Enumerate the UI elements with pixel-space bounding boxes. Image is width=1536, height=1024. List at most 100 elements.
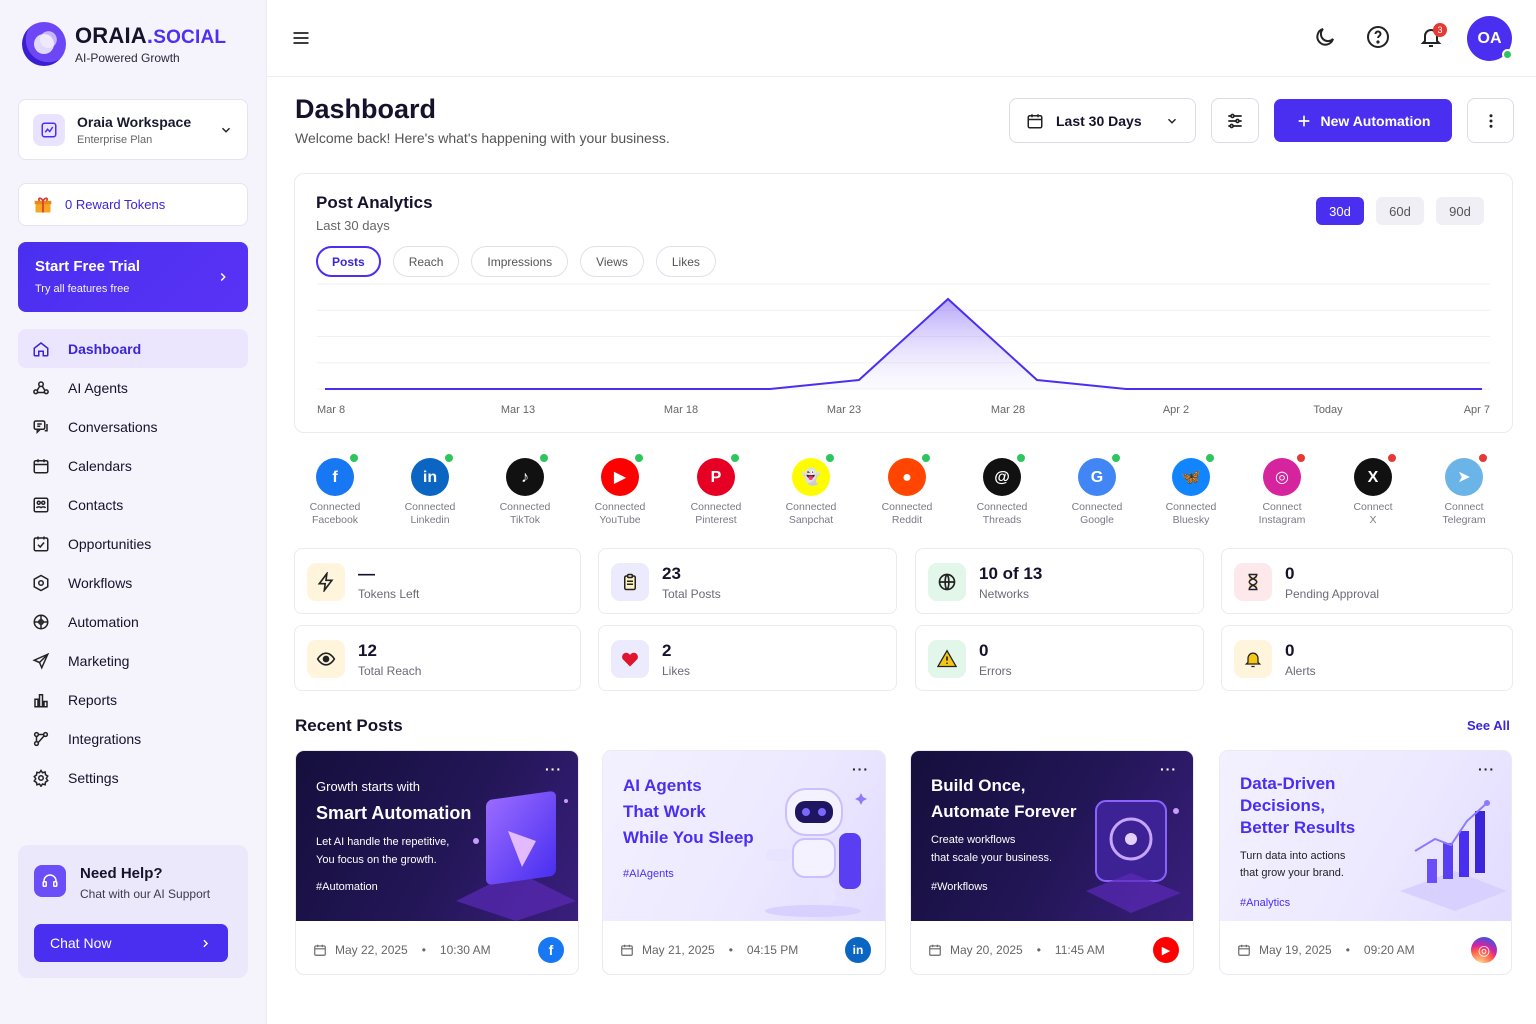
- post-headline-line: That Work: [623, 802, 706, 821]
- stat-card-tokens-left[interactable]: — Tokens Left: [294, 548, 581, 614]
- recent-posts-title: Recent Posts: [295, 716, 403, 735]
- network-threads[interactable]: @ Connected Threads: [957, 452, 1047, 527]
- brand-logo[interactable]: ORAIA.SOCIAL AI-Powered Growth: [22, 22, 226, 66]
- network-telegram[interactable]: ➤ Connect Telegram: [1419, 452, 1509, 527]
- workspace-switcher[interactable]: Oraia Workspace Enterprise Plan: [18, 99, 248, 160]
- connected-check-icon: [1204, 452, 1216, 464]
- network-bluesky[interactable]: 🦋 Connected Bluesky: [1146, 452, 1236, 527]
- sidebar-item-ai-agents[interactable]: AI Agents: [18, 368, 248, 407]
- network-pinterest[interactable]: P Connected Pinterest: [671, 452, 761, 527]
- chat-now-button[interactable]: Chat Now: [34, 924, 228, 962]
- network-status: Connected: [499, 501, 551, 513]
- post-menu-icon[interactable]: ···: [852, 761, 869, 777]
- sidebar-item-label: Conversations: [68, 418, 158, 435]
- chevron-down-icon: [221, 127, 231, 133]
- network-youtube[interactable]: ▶ Connected YouTube: [575, 452, 665, 527]
- sidebar-item-label: Calendars: [68, 457, 132, 474]
- sidebar-item-integrations[interactable]: Integrations: [18, 719, 248, 758]
- bell-icon: [1234, 640, 1272, 678]
- stat-card-errors[interactable]: 0 Errors: [915, 625, 1204, 691]
- robot-illustration: [765, 788, 867, 917]
- help-icon[interactable]: [1366, 25, 1390, 49]
- clipboard-icon: [611, 563, 649, 601]
- stat-value: 0: [1285, 564, 1295, 583]
- post-headline-line: Decisions,: [1240, 796, 1326, 815]
- post-date: May 20, 2025: [950, 943, 1023, 957]
- network-instagram[interactable]: ◎ Connect Instagram: [1237, 452, 1327, 527]
- google-icon: G: [1078, 452, 1122, 496]
- facebook-icon: f: [538, 937, 564, 963]
- post-menu-icon[interactable]: ···: [1160, 761, 1177, 777]
- sidebar-item-label: Automation: [68, 613, 139, 630]
- stat-card-total-posts[interactable]: 23 Total Posts: [598, 548, 897, 614]
- post-body-line: Create workflows: [931, 834, 1016, 846]
- sidebar-item-calendars[interactable]: Calendars: [18, 446, 248, 485]
- connected-check-icon: [729, 452, 741, 464]
- sidebar-item-conversations[interactable]: Conversations: [18, 407, 248, 446]
- notifications-button[interactable]: 3: [1419, 23, 1447, 49]
- avatar[interactable]: OA: [1467, 16, 1513, 61]
- stat-card-networks[interactable]: 10 of 13 Networks: [915, 548, 1204, 614]
- connected-check-icon: [538, 452, 550, 464]
- post-menu-icon[interactable]: ···: [1478, 761, 1495, 777]
- heart-icon: [611, 640, 649, 678]
- stat-value: 0: [1285, 641, 1295, 660]
- post-card[interactable]: ··· Growth starts with Smart Automation …: [295, 750, 579, 975]
- calendar-icon: [929, 944, 941, 956]
- network-google[interactable]: G Connected Google: [1052, 452, 1142, 527]
- network-sanpchat[interactable]: 👻 Connected Sanpchat: [766, 452, 856, 527]
- sidebar-item-reports[interactable]: Reports: [18, 680, 248, 719]
- more-options-button[interactable]: [1467, 98, 1514, 143]
- post-body-line: Turn data into actions: [1240, 850, 1346, 862]
- sidebar-item-opportunities[interactable]: Opportunities: [18, 524, 248, 563]
- chevron-right-icon: [220, 272, 226, 282]
- post-body-line: Let AI handle the repetitive,: [316, 836, 450, 848]
- facebook-icon: f: [316, 452, 360, 496]
- linkedin-icon: in: [411, 452, 455, 496]
- post-card[interactable]: ··· AI Agents That Work While You Sleep …: [602, 750, 886, 975]
- post-menu-icon[interactable]: ···: [545, 761, 562, 777]
- brand-name: ORAIA: [75, 23, 147, 48]
- post-card[interactable]: ··· Build Once, Automate Forever Create …: [910, 750, 1194, 975]
- stat-card-likes[interactable]: 2 Likes: [598, 625, 897, 691]
- post-meta: May 22, 2025 • 10:30 AM: [313, 943, 491, 957]
- start-trial-button[interactable]: Start Free Trial Try all features free: [18, 242, 248, 312]
- post-card[interactable]: ··· Data-Driven Decisions, Better Result…: [1219, 750, 1512, 975]
- contacts-icon: [33, 497, 49, 512]
- post-time: 10:30 AM: [439, 943, 491, 957]
- new-automation-label: New Automation: [1320, 112, 1431, 129]
- network-list: f Connected Facebook in Connected Linkedin ♪ Co…: [294, 452, 1513, 532]
- filter-button[interactable]: [1211, 98, 1259, 143]
- date-range-select[interactable]: Last 30 Days: [1009, 98, 1196, 143]
- sidebar-item-label: AI Agents: [68, 379, 128, 396]
- sidebar-item-settings[interactable]: Settings: [18, 758, 248, 797]
- bluesky-icon: 🦋: [1172, 452, 1216, 496]
- connected-check-icon: [1015, 452, 1027, 464]
- sidebar-item-workflows[interactable]: Workflows: [18, 563, 248, 602]
- network-reddit[interactable]: ● Connected Reddit: [862, 452, 952, 527]
- stat-card-pending-approval[interactable]: 0 Pending Approval: [1221, 548, 1513, 614]
- see-all-link[interactable]: See All: [1467, 718, 1510, 733]
- network-status: Connect: [1444, 501, 1484, 513]
- network-facebook[interactable]: f Connected Facebook: [290, 452, 380, 527]
- network-status: Connected: [404, 501, 456, 513]
- calendar-icon: [1238, 944, 1250, 956]
- network-status: Connected: [881, 501, 933, 513]
- moon-icon[interactable]: [1313, 25, 1337, 49]
- sidebar-item-marketing[interactable]: Marketing: [18, 641, 248, 680]
- network-tiktok[interactable]: ♪ Connected TikTok: [480, 452, 570, 527]
- stat-label: Total Reach: [358, 664, 422, 678]
- trial-title: Start Free Trial: [35, 258, 141, 275]
- stat-card-total-reach[interactable]: 12 Total Reach: [294, 625, 581, 691]
- reward-tokens[interactable]: 0 Reward Tokens: [18, 183, 248, 226]
- stat-card-alerts[interactable]: 0 Alerts: [1221, 625, 1513, 691]
- network-x[interactable]: X Connect X: [1328, 452, 1418, 527]
- calendar-icon: [621, 944, 633, 956]
- sidebar-item-dashboard[interactable]: Dashboard: [18, 329, 248, 368]
- sidebar-item-contacts[interactable]: Contacts: [18, 485, 248, 524]
- sidebar-item-label: Integrations: [68, 730, 142, 747]
- menu-icon[interactable]: [291, 28, 311, 48]
- new-automation-button[interactable]: New Automation: [1274, 99, 1452, 142]
- network-linkedin[interactable]: in Connected Linkedin: [385, 452, 475, 527]
- sidebar-item-automation[interactable]: Automation: [18, 602, 248, 641]
